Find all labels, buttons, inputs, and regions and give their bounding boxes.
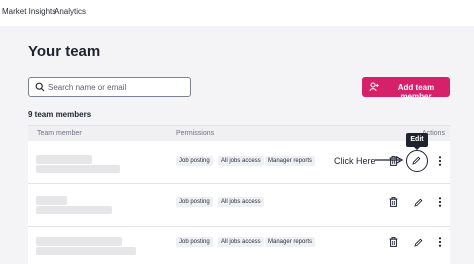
delete-button[interactable]: [386, 235, 400, 249]
edit-button[interactable]: [411, 235, 425, 249]
permission-chip: All jobs access: [218, 156, 264, 166]
permission-chip: Manager reports: [265, 237, 316, 247]
edit-tooltip: Edit: [406, 133, 428, 150]
member-email-placeholder: [36, 165, 120, 173]
more-vertical-icon: [438, 156, 442, 166]
permission-chip: Job posting: [176, 197, 213, 207]
table-header: Team member Permissions Actions: [28, 125, 450, 141]
member-email-placeholder: [36, 247, 136, 255]
member-name-placeholder: [36, 237, 122, 246]
pencil-icon: [413, 238, 422, 247]
search-input[interactable]: [48, 80, 186, 94]
trash-icon: [389, 197, 397, 207]
permission-chip: Job posting: [176, 156, 213, 166]
table-row: Job posting All jobs access: [28, 184, 450, 227]
table-row: Job posting All jobs access Manager repo…: [28, 227, 450, 264]
nav-market-insights[interactable]: Market Insights: [2, 7, 56, 16]
more-vertical-icon: [438, 197, 442, 207]
delete-button[interactable]: [386, 195, 400, 209]
nav-analytics[interactable]: Analytics: [54, 7, 86, 16]
click-here-label: Click Here: [334, 156, 376, 166]
permission-chip: All jobs access: [218, 197, 264, 207]
more-options-button[interactable]: [433, 235, 447, 249]
permission-chip: All jobs access: [218, 237, 264, 247]
member-name-placeholder: [36, 196, 67, 205]
header-permissions: Permissions: [176, 130, 215, 137]
more-vertical-icon: [438, 237, 442, 247]
pencil-icon: [413, 198, 422, 207]
add-team-member-label: Add team member: [397, 83, 435, 101]
search-icon: [35, 82, 45, 92]
arrow-right-icon: [375, 155, 404, 165]
edit-button[interactable]: [406, 150, 428, 172]
member-email-placeholder: [36, 206, 112, 214]
search-field[interactable]: [28, 77, 191, 97]
permission-chip: Manager reports: [265, 156, 316, 166]
page-title: Your team: [28, 43, 101, 60]
trash-icon: [389, 237, 397, 247]
more-options-button[interactable]: [433, 195, 447, 209]
add-user-icon: [369, 82, 379, 92]
more-options-button[interactable]: [433, 154, 447, 168]
header-team-member: Team member: [37, 130, 82, 137]
add-team-member-button[interactable]: Add team member: [362, 77, 450, 101]
pencil-icon: [412, 156, 421, 165]
permission-chip: Job posting: [176, 237, 213, 247]
team-count: 9 team members: [28, 110, 92, 119]
edit-button[interactable]: [411, 195, 425, 209]
top-nav: Market Insights Analytics: [0, 0, 474, 26]
member-name-placeholder: [36, 155, 92, 164]
